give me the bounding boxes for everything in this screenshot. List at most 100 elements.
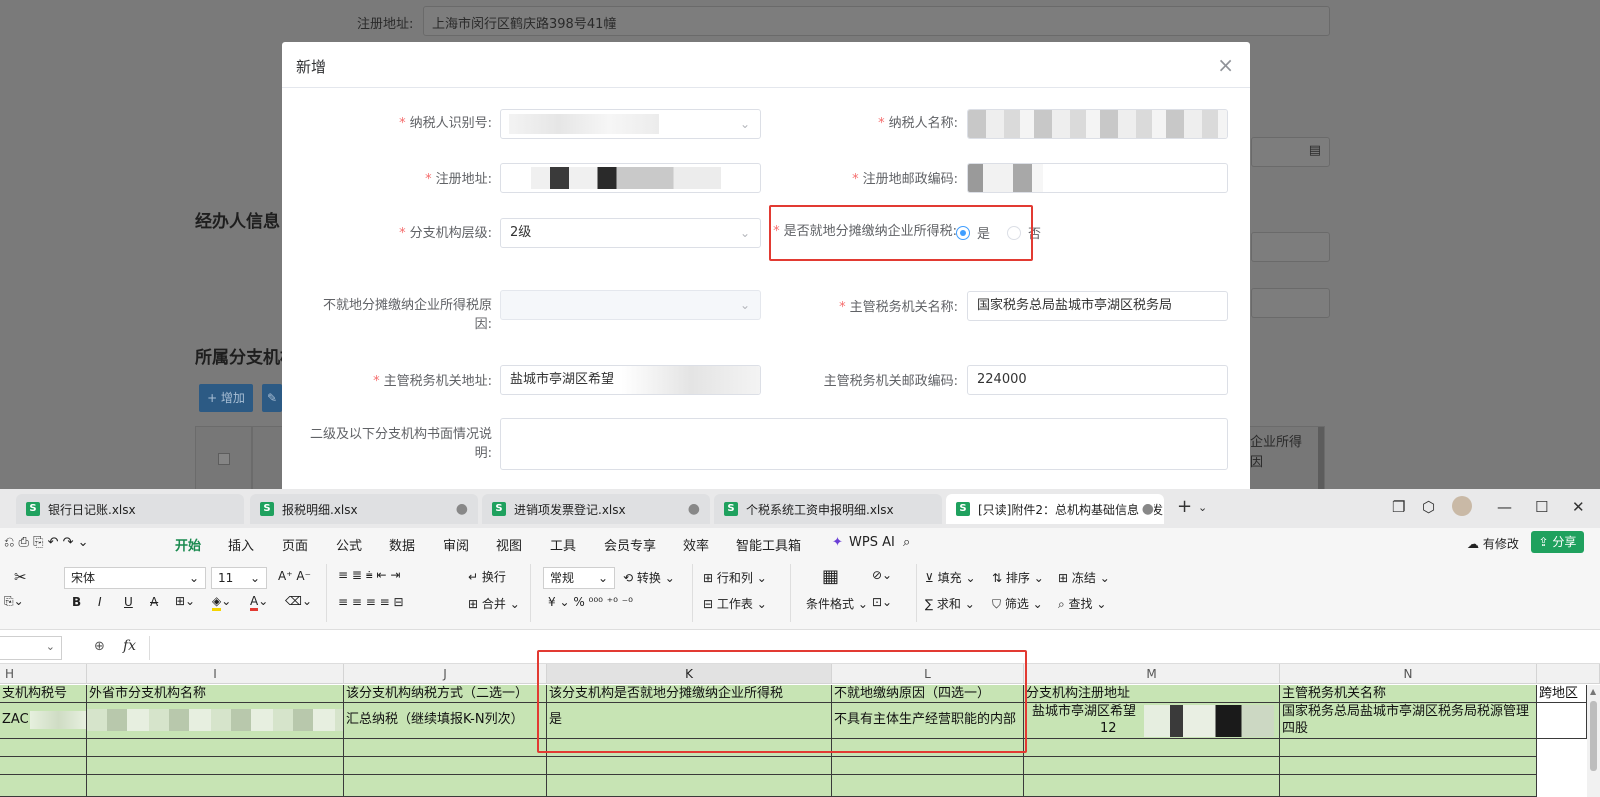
column-header[interactable]: M [1024, 664, 1280, 684]
maximize-icon[interactable]: ☐ [1535, 498, 1548, 516]
cell-n-header[interactable]: 主管税务机关名称 [1280, 685, 1537, 703]
cell-m-header[interactable]: 分支机构注册地址 [1024, 685, 1280, 703]
cell-o-header[interactable]: 跨地区 [1537, 685, 1587, 703]
sort-button[interactable]: ⇅ 排序 ⌄ [992, 569, 1044, 586]
menu-page[interactable]: 页面 [282, 535, 308, 554]
strikethrough-icon[interactable]: A [150, 595, 158, 609]
font-size-select[interactable]: 11 ⌄ [211, 567, 267, 589]
menu-smart-toolbox[interactable]: 智能工具箱 [736, 535, 801, 554]
cell-empty[interactable] [832, 775, 1024, 797]
cube-icon[interactable]: ⬡ [1422, 498, 1435, 516]
file-tab[interactable]: S 个税系统工资申报明细.xlsx [714, 494, 942, 524]
convert-button[interactable]: ⟲ 转换 ⌄ [623, 569, 675, 586]
tax-authority-postcode-input[interactable]: 224000 [967, 365, 1228, 395]
file-tab-active[interactable]: S [只读]附件2：总机构基础信息（发 ● [946, 494, 1164, 524]
menu-efficiency[interactable]: 效率 [683, 535, 709, 554]
cell-empty[interactable] [87, 757, 344, 775]
modified-status[interactable]: ☁ 有修改 [1467, 535, 1519, 552]
cell-empty[interactable] [0, 757, 87, 775]
share-button[interactable]: ⇪ 分享 [1531, 531, 1584, 553]
cell-i-header[interactable]: 外省市分支机构名称 [87, 685, 344, 703]
cell-empty[interactable] [1024, 757, 1280, 775]
menu-wps-ai[interactable]: WPS AI [849, 535, 895, 550]
cell-n-data[interactable]: 国家税务总局盐城市亭湖区税务局税源管理四股 [1280, 703, 1537, 739]
file-tab[interactable]: S 银行日记账.xlsx [16, 494, 244, 524]
fx-icon[interactable]: fx [123, 638, 136, 654]
conditional-format-button[interactable]: 条件格式 ⌄ [806, 595, 868, 612]
vertical-scrollbar[interactable]: ▲ [1587, 685, 1600, 797]
fill-color-icon[interactable]: ◈⌄ [212, 594, 231, 611]
taxpayer-id-select[interactable]: ⌄ [500, 109, 761, 139]
column-header[interactable] [1537, 664, 1600, 684]
cell-j-header[interactable]: 该分支机构纳税方式（二选一） [344, 685, 547, 703]
close-window-icon[interactable]: ✕ [1572, 498, 1585, 516]
menu-data[interactable]: 数据 [389, 535, 415, 554]
avatar[interactable] [1452, 496, 1472, 516]
secondary-branch-textarea[interactable] [500, 418, 1228, 470]
undo-history-icon[interactable]: ⎌ ⎙ ⎘ ↶ ↷ ⌄ [4, 535, 89, 550]
cell-empty[interactable] [547, 775, 832, 797]
search-icon[interactable]: ⌕ [903, 535, 910, 550]
cell-h-header[interactable]: 支机构税号 [0, 685, 87, 703]
file-tab[interactable]: S 报税明细.xlsx ● [250, 494, 478, 524]
column-header[interactable]: I [87, 664, 344, 684]
column-header[interactable]: J [344, 664, 547, 684]
tax-authority-address-input[interactable]: 盐城市亭湖区希望 [500, 365, 761, 395]
minimize-icon[interactable]: — [1497, 498, 1512, 516]
bg-date-input[interactable]: ▤ [1251, 137, 1330, 167]
cell-h-data[interactable]: ZAC [0, 703, 87, 739]
cell-empty[interactable] [547, 757, 832, 775]
font-family-select[interactable]: 宋体 ⌄ [64, 567, 206, 589]
font-grow-icon[interactable]: A⁺ A⁻ [278, 569, 311, 583]
menu-tools[interactable]: 工具 [550, 535, 576, 554]
worksheet-button[interactable]: ⊟ 工作表 ⌄ [703, 595, 767, 612]
cell-empty[interactable] [344, 757, 547, 775]
new-tab-icon[interactable]: + [1177, 496, 1192, 517]
menu-review[interactable]: 审阅 [443, 535, 469, 554]
column-header[interactable]: H [0, 664, 87, 684]
chevron-down-icon[interactable]: ⌄ [1198, 501, 1207, 514]
cell-empty[interactable] [1024, 739, 1280, 757]
cell-empty[interactable] [1024, 775, 1280, 797]
number-format-icons[interactable]: ¥ ⌄ % ⁰⁰⁰ ⁺⁰ ⁻⁰ [548, 595, 633, 609]
paste-icon[interactable]: ⎘⌄ [4, 594, 24, 609]
not-local-reason-select[interactable]: ⌄ [500, 290, 761, 320]
scroll-up-icon[interactable]: ▲ [1590, 687, 1596, 696]
cell-style-icon[interactable]: ⊘⌄ [872, 568, 892, 582]
name-box[interactable]: ⌄ [0, 636, 62, 660]
cell-empty[interactable] [1280, 775, 1537, 797]
cell-empty[interactable] [1280, 757, 1537, 775]
cell-empty[interactable] [832, 757, 1024, 775]
tax-authority-name-input[interactable]: 国家税务总局盐城市亭湖区税务局 [967, 291, 1228, 321]
number-format-select[interactable]: 常规 ⌄ [543, 567, 615, 589]
clear-icon[interactable]: ⌫⌄ [285, 594, 312, 608]
align-icons-2[interactable]: ≡ ≡ ≡ ≡ ⊟ [338, 595, 404, 609]
zoom-icon[interactable]: ⊕ [94, 639, 105, 654]
file-tab[interactable]: S 进销项发票登记.xlsx ● [482, 494, 710, 524]
bg-input-3[interactable] [1251, 288, 1330, 318]
freeze-button[interactable]: ⊞ 冻结 ⌄ [1058, 569, 1110, 586]
filter-button[interactable]: ⛉ 筛选 ⌄ [992, 595, 1043, 612]
branch-level-select[interactable]: 2级 ⌄ [500, 218, 761, 248]
select-all-checkbox[interactable] [218, 453, 230, 465]
cell-empty[interactable] [0, 739, 87, 757]
align-icons[interactable]: ≡ ≣ ⩧ ⇤ ⇥ [338, 568, 401, 583]
reg-address-input[interactable] [500, 163, 761, 193]
menu-member[interactable]: 会员专享 [604, 535, 656, 554]
menu-insert[interactable]: 插入 [228, 535, 254, 554]
cell-empty[interactable] [1280, 739, 1537, 757]
cell-j-data[interactable]: 汇总纳税（继续填报K-N列次） [344, 703, 547, 739]
wrap-text-button[interactable]: ↵ 换行 [468, 568, 506, 585]
cell-empty[interactable] [344, 775, 547, 797]
italic-icon[interactable]: I [98, 595, 102, 609]
bg-input-2[interactable] [1251, 232, 1330, 262]
cell-format-icon[interactable]: ⊡⌄ [872, 595, 892, 609]
cell-m-data[interactable]: 盐城市亭湖区希望 12 [1024, 703, 1280, 739]
close-icon[interactable]: × [1217, 53, 1234, 77]
merge-button[interactable]: ⊞ 合并 ⌄ [468, 595, 520, 612]
rows-cols-button[interactable]: ⊞ 行和列 ⌄ [703, 569, 767, 586]
scrollbar-thumb[interactable] [1590, 701, 1597, 771]
sum-button[interactable]: ∑ 求和 ⌄ [925, 595, 975, 612]
find-button[interactable]: ⌕ 查找 ⌄ [1058, 595, 1106, 612]
cell-i-data[interactable] [87, 703, 344, 739]
